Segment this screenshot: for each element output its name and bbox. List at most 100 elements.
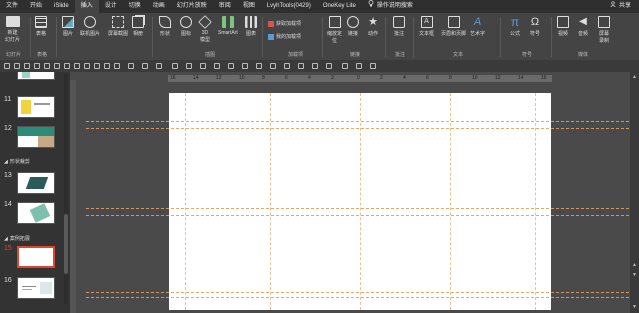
link-button[interactable]: 链接 xyxy=(347,16,359,37)
vertical-guide[interactable] xyxy=(450,93,451,310)
group-divider xyxy=(56,17,57,57)
table-button[interactable]: 表格 xyxy=(35,16,47,37)
tool-icon[interactable] xyxy=(14,63,20,69)
slide-thumbnail[interactable] xyxy=(17,202,55,224)
new-slide-button[interactable]: 新建 幻灯片 xyxy=(5,16,20,43)
tab-animations[interactable]: 动画 xyxy=(147,0,171,13)
horizontal-guide[interactable] xyxy=(86,121,639,122)
tool-icon[interactable] xyxy=(200,63,206,69)
equation-button[interactable]: π 公式 xyxy=(509,16,521,37)
tool-icon[interactable] xyxy=(114,63,120,69)
scrollbar-thumb[interactable] xyxy=(64,214,68,274)
tool-icon[interactable] xyxy=(356,63,362,69)
slide-thumbnail[interactable] xyxy=(17,126,55,148)
thumbnail-scrollbar[interactable] xyxy=(64,74,68,304)
comment-button[interactable]: 批注 xyxy=(393,16,405,37)
tool-icon[interactable] xyxy=(256,63,262,69)
editor-scrollbar[interactable]: ▲ ▲ ▼ ▼ xyxy=(630,72,639,313)
tab-view[interactable]: 视图 xyxy=(237,0,261,13)
tool-icon[interactable] xyxy=(284,63,290,69)
symbol-button[interactable]: Ω 符号 xyxy=(529,16,541,37)
action-button[interactable]: ★ 动作 xyxy=(367,16,379,37)
icons-button[interactable]: 图标 xyxy=(180,16,192,37)
tool-icon[interactable] xyxy=(370,63,376,69)
shapes-button[interactable]: 形状 xyxy=(159,16,171,37)
tool-icon[interactable] xyxy=(94,63,100,69)
share-button[interactable]: 共享 xyxy=(610,0,631,13)
tool-icon[interactable] xyxy=(326,63,332,69)
tool-icon[interactable] xyxy=(270,63,276,69)
horizontal-guide[interactable] xyxy=(86,208,639,209)
audio-button[interactable]: ◀ 音频 xyxy=(577,16,589,37)
tell-me-search[interactable]: 操作说明搜索 xyxy=(362,0,419,13)
my-addins-button[interactable]: 我的加载项 xyxy=(268,33,301,40)
horizontal-guide[interactable] xyxy=(86,128,639,129)
section-header[interactable]: ◢ 案例拓展 xyxy=(4,235,30,243)
screenshot-button[interactable]: 屏幕截图 xyxy=(108,16,128,37)
slide-thumbnail[interactable] xyxy=(17,277,55,299)
get-addins-button[interactable]: 获取加载项 xyxy=(268,20,301,27)
online-image-button[interactable]: 联机图片 xyxy=(80,16,100,37)
slide-thumbnail-selected[interactable] xyxy=(17,246,55,268)
vertical-guide[interactable] xyxy=(535,93,536,310)
tab-onekey[interactable]: OneKey Lite xyxy=(317,0,362,13)
scroll-up-icon[interactable]: ▲ xyxy=(632,262,637,268)
screen-record-button[interactable]: 屏幕 录制 xyxy=(598,16,610,44)
ruler-tick: 12 xyxy=(216,75,222,81)
tab-file[interactable]: 文件 xyxy=(0,0,24,13)
tool-icon[interactable] xyxy=(172,63,178,69)
tool-icon[interactable] xyxy=(228,63,234,69)
vertical-guide[interactable] xyxy=(185,93,186,310)
smartart-button[interactable]: SmartArt xyxy=(218,16,238,36)
slide-thumbnail[interactable] xyxy=(17,72,55,80)
album-button[interactable]: 相册 xyxy=(132,16,144,37)
vertical-guide[interactable] xyxy=(270,93,271,310)
tool-icon[interactable] xyxy=(312,63,318,69)
tool-icon[interactable] xyxy=(104,63,110,69)
header-footer-button[interactable]: 页眉和页脚 xyxy=(441,16,466,37)
tool-icon[interactable] xyxy=(242,63,248,69)
scroll-up-icon[interactable]: ▲ xyxy=(632,74,637,80)
tool-icon[interactable] xyxy=(84,63,90,69)
tool-icon[interactable] xyxy=(24,63,30,69)
wordart-button[interactable]: A 艺术字 xyxy=(470,16,485,37)
tool-icon[interactable] xyxy=(214,63,220,69)
tool-icon[interactable] xyxy=(142,63,148,69)
zoom-button[interactable]: 缩放定 位 xyxy=(327,16,342,44)
tool-icon[interactable] xyxy=(342,63,348,69)
tab-slideshow[interactable]: 幻灯片放映 xyxy=(171,0,213,13)
ruler-tick: 16 xyxy=(170,75,176,81)
slide-thumbnail[interactable] xyxy=(17,96,55,118)
tab-transitions[interactable]: 切换 xyxy=(123,0,147,13)
tab-review[interactable]: 审阅 xyxy=(213,0,237,13)
3d-model-button[interactable]: 3D 模型 xyxy=(198,15,212,43)
vertical-guide[interactable] xyxy=(360,93,361,310)
tool-icon[interactable] xyxy=(186,63,192,69)
tool-icon[interactable] xyxy=(156,63,162,69)
tab-islide[interactable]: iSlide xyxy=(48,0,75,13)
textbox-button[interactable]: A 文本框 xyxy=(419,16,434,37)
image-button[interactable]: 图片 xyxy=(62,16,74,37)
tool-icon[interactable] xyxy=(74,63,80,69)
section-header[interactable]: ◢ 形状裁剪 xyxy=(4,158,30,166)
chart-button[interactable]: 图表 xyxy=(245,16,257,37)
tab-insert[interactable]: 插入 xyxy=(74,0,99,13)
slide-thumbnail[interactable] xyxy=(17,172,55,194)
tab-home[interactable]: 开始 xyxy=(24,0,48,13)
tool-icon[interactable] xyxy=(64,63,70,69)
tool-icon[interactable] xyxy=(34,63,40,69)
scroll-down-icon[interactable]: ▼ xyxy=(632,272,637,278)
horizontal-guide[interactable] xyxy=(86,215,639,216)
tool-icon[interactable] xyxy=(128,63,134,69)
tool-icon[interactable] xyxy=(54,63,60,69)
tool-icon[interactable] xyxy=(4,63,10,69)
video-button[interactable]: 视频 xyxy=(557,16,569,37)
horizontal-guide[interactable] xyxy=(86,292,639,293)
scroll-down-icon[interactable]: ▼ xyxy=(632,304,637,310)
tool-icon[interactable] xyxy=(44,63,50,69)
chart-label: 图表 xyxy=(245,31,256,37)
tab-design[interactable]: 设计 xyxy=(99,0,123,13)
horizontal-guide[interactable] xyxy=(86,297,639,298)
tab-lvyhtools[interactable]: LvyhTools(0429) xyxy=(261,0,317,13)
tool-icon[interactable] xyxy=(298,63,304,69)
